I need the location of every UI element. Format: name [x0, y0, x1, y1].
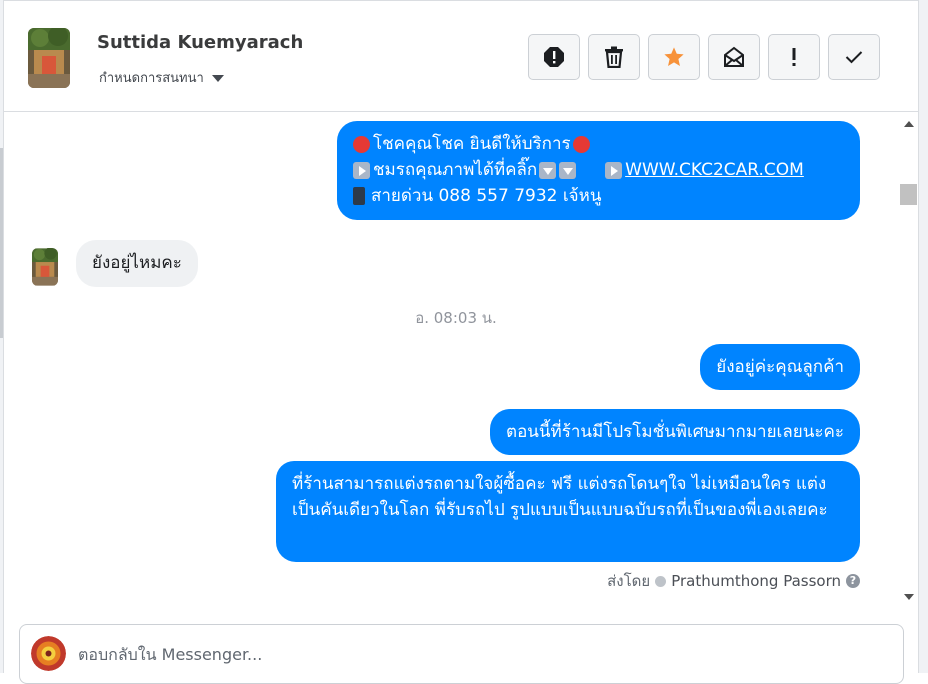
website-link[interactable]: WWW.CKC2CAR.COM: [625, 157, 804, 183]
message-bubble-outgoing: โชคคุณโชค ยินดีให้บริการ ชมรถคุณภาพได้ที…: [337, 121, 860, 220]
star-icon: [664, 47, 684, 66]
scroll-down-arrow-icon[interactable]: [904, 594, 914, 600]
anger-emoji-icon: [353, 135, 370, 153]
sent-by-agent[interactable]: Prathumthong Passorn: [671, 572, 841, 590]
down-arrow-icon: [559, 161, 577, 179]
message-line: สายด่วน 088 557 7932 เจ้หนู: [353, 183, 846, 209]
play-button-icon: [605, 161, 623, 179]
play-button-icon: [353, 161, 370, 179]
block-button[interactable]: [528, 34, 580, 80]
assign-conversation-dropdown[interactable]: กำหนดการสนทนา: [99, 67, 224, 88]
star-button[interactable]: [648, 34, 700, 80]
contact-name[interactable]: Suttida Kuemyarach: [97, 32, 303, 53]
sent-by-label: ส่งโดย: [607, 572, 651, 590]
message-bubble-outgoing: ตอนนี้ที่ร้านมีโปรโมชั่นพิเศษมากมายเลยนะ…: [490, 409, 860, 455]
message-bubble-outgoing: ยังอยู่ค่ะคุณลูกค้า: [700, 344, 860, 390]
exclamation-icon: [792, 48, 796, 66]
sent-by-info: ส่งโดย Prathumthong Passorn ?: [607, 569, 860, 593]
thread-scrollbar[interactable]: [899, 113, 918, 608]
scroll-up-arrow-icon[interactable]: [904, 121, 914, 127]
contact-avatar-small[interactable]: [32, 248, 58, 286]
delete-button[interactable]: [588, 34, 640, 80]
message-text: โชคคุณโชค ยินดีให้บริการ: [373, 134, 571, 154]
down-arrow-icon: [539, 161, 557, 179]
mark-unread-button[interactable]: [708, 34, 760, 80]
follow-up-button[interactable]: [768, 34, 820, 80]
mobile-phone-icon: [353, 187, 365, 205]
message-line: ชมรถคุณภาพได้ที่คลิ๊ก WWW.CKC2CAR.COM: [353, 157, 846, 183]
mark-done-button[interactable]: [828, 34, 880, 80]
page-avatar: [31, 636, 66, 671]
help-icon[interactable]: ?: [846, 574, 860, 588]
scrollbar-thumb[interactable]: [900, 184, 917, 205]
anger-emoji-icon: [572, 135, 590, 153]
agent-status-icon: [655, 575, 667, 587]
header-actions: [528, 34, 880, 80]
trash-icon: [605, 46, 623, 68]
block-icon: [544, 47, 564, 67]
message-timestamp: อ. 08:03 น.: [415, 309, 497, 327]
reply-input[interactable]: [78, 639, 858, 669]
checkmark-icon: [845, 51, 863, 64]
assign-label: กำหนดการสนทนา: [99, 71, 204, 86]
conversation-header: Suttida Kuemyarach กำหนดการสนทนา: [4, 1, 918, 112]
contact-avatar[interactable]: [28, 28, 70, 88]
message-bubble-outgoing: ที่ร้านสามารถแต่งรถตามใจผู้ซื้อคะ ฟรี แต…: [276, 461, 860, 562]
message-thread[interactable]: โชคคุณโชค ยินดีให้บริการ ชมรถคุณภาพได้ที…: [4, 113, 898, 608]
message-line: โชคคุณโชค ยินดีให้บริการ: [353, 131, 846, 157]
page-right-edge: [919, 0, 928, 673]
mark-unread-icon: [724, 46, 744, 67]
message-bubble-incoming: ยังอยู่ไหมคะ: [76, 240, 198, 287]
caret-down-icon: [211, 74, 224, 82]
message-text: สายด่วน 088 557 7932 เจ้หนู: [371, 186, 602, 206]
message-text: ชมรถคุณภาพได้ที่คลิ๊ก: [373, 160, 538, 180]
reply-composer: [19, 624, 904, 684]
